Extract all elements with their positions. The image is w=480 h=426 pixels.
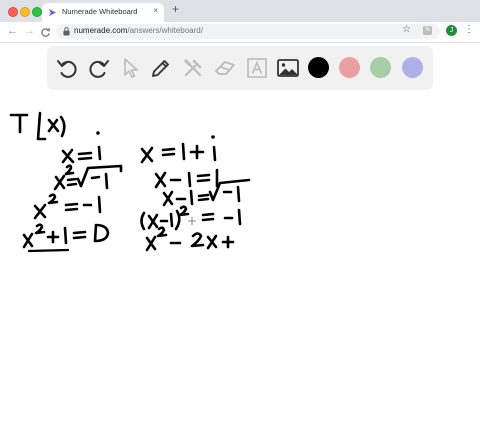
undo-button[interactable]: [55, 56, 79, 80]
color-swatch-red[interactable]: [339, 57, 360, 78]
eraser-icon: [215, 61, 235, 75]
url-path: /answers/whiteboard/: [127, 26, 203, 35]
handwritten-line-right-2: x - 1 = i: [154, 168, 219, 189]
handwritten-line-right-5: x² - 2x +: [145, 226, 235, 252]
back-button[interactable]: ←: [7, 25, 18, 37]
pointer-tool-button[interactable]: [119, 56, 143, 80]
redo-button[interactable]: [87, 56, 111, 80]
pen-icon: [152, 60, 169, 77]
whiteboard-toolbar: [47, 46, 433, 90]
tools-button[interactable]: [181, 56, 205, 80]
profile-avatar[interactable]: J: [446, 25, 457, 36]
maximize-window-button[interactable]: [32, 7, 42, 17]
extension-icon[interactable]: N: [423, 26, 432, 35]
pointer-icon: [124, 58, 138, 78]
pen-tool-button[interactable]: [149, 56, 173, 80]
browser-menu-icon[interactable]: ⋮: [464, 24, 474, 35]
tab-title: Numerade Whiteboard: [62, 7, 138, 16]
cursor-crosshair-icon: [188, 217, 196, 225]
tab-close-icon[interactable]: ×: [153, 6, 158, 15]
eraser-tool-button[interactable]: [213, 56, 237, 80]
reload-icon[interactable]: [40, 27, 51, 38]
tab-numerade-whiteboard[interactable]: Numerade Whiteboard ×: [42, 3, 164, 22]
handwritten-line-right-3: x - 1 = √-1: [162, 178, 251, 207]
minimize-window-button[interactable]: [20, 7, 30, 17]
forward-button[interactable]: →: [24, 25, 35, 37]
tab-strip: Numerade Whiteboard × +: [0, 0, 480, 22]
handwriting-layer: T x = i x² = √-1 x² = -1 x² + 1 = 0 x = …: [9, 111, 251, 253]
bookmark-star-icon[interactable]: ☆: [402, 24, 411, 35]
handwritten-line-left-1: x = i: [61, 131, 102, 164]
color-swatch-blue[interactable]: [402, 57, 423, 78]
color-swatch-green[interactable]: [370, 57, 391, 78]
lock-icon: [63, 27, 70, 36]
tools-icon: [184, 59, 202, 77]
text-tool-button[interactable]: [245, 56, 269, 80]
numerade-logo-icon: [48, 8, 57, 17]
close-window-button[interactable]: [8, 7, 18, 17]
url-text: numerade.com/answers/whiteboard/: [74, 26, 203, 35]
whiteboard-canvas[interactable]: T x = i x² = √-1: [0, 92, 480, 426]
handwritten-label-t: T: [9, 113, 29, 134]
color-swatch-black[interactable]: [308, 57, 329, 78]
new-tab-button[interactable]: +: [172, 2, 179, 16]
handwritten-line-left-2: x² = √-1: [53, 164, 123, 191]
address-bar[interactable]: numerade.com/answers/whiteboard/: [56, 24, 440, 39]
handwritten-function-bracket: [36, 111, 66, 141]
image-icon: [277, 59, 299, 77]
undo-icon: [57, 60, 77, 78]
url-host: numerade.com: [74, 26, 128, 35]
handwritten-line-right-4: (x-1)² = -1: [140, 205, 242, 231]
text-icon: [247, 58, 267, 78]
handwritten-line-left-4: x² + 1 = 0: [22, 223, 110, 253]
handwritten-line-left-3: x² = -1: [33, 193, 102, 220]
redo-icon: [89, 60, 109, 78]
image-tool-button[interactable]: [276, 56, 300, 80]
handwritten-line-right-1: x = 1 + i: [140, 135, 217, 164]
